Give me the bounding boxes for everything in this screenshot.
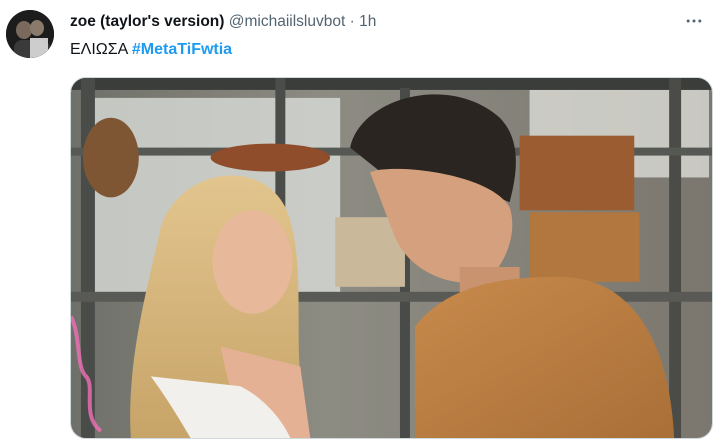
tweet-media[interactable] — [70, 77, 713, 439]
tweet-text: ΕΛΙΩΣΑ #MetaTiFwtia — [70, 40, 232, 60]
avatar-image — [6, 10, 54, 58]
more-horizontal-icon — [686, 19, 702, 23]
separator-dot: · — [349, 13, 355, 30]
timestamp[interactable]: 1h — [359, 13, 376, 30]
hashtag-link[interactable]: #MetaTiFwtia — [132, 41, 232, 58]
user-handle[interactable]: @michaiilsluvbot — [229, 13, 346, 30]
more-options-button[interactable] — [680, 9, 708, 33]
avatar[interactable] — [6, 10, 54, 58]
display-name[interactable]: zoe (taylor's version) — [70, 13, 224, 30]
tweet-header: zoe (taylor's version) @michaiilsluvbot … — [70, 12, 376, 32]
tweet-body: ΕΛΙΩΣΑ — [70, 41, 128, 58]
media-image — [71, 78, 712, 438]
